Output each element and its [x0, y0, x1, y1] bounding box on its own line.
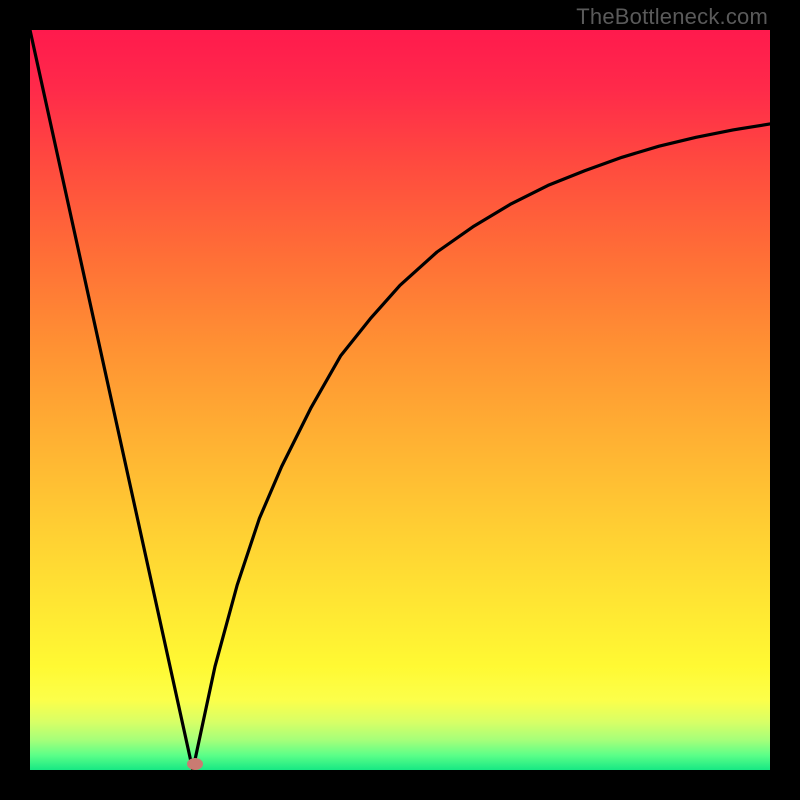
marker-dot — [187, 758, 203, 770]
bottleneck-curve — [30, 30, 770, 770]
plot-area — [30, 30, 770, 770]
curve-layer — [30, 30, 770, 770]
watermark-text: TheBottleneck.com — [576, 4, 768, 30]
chart-frame: TheBottleneck.com — [0, 0, 800, 800]
